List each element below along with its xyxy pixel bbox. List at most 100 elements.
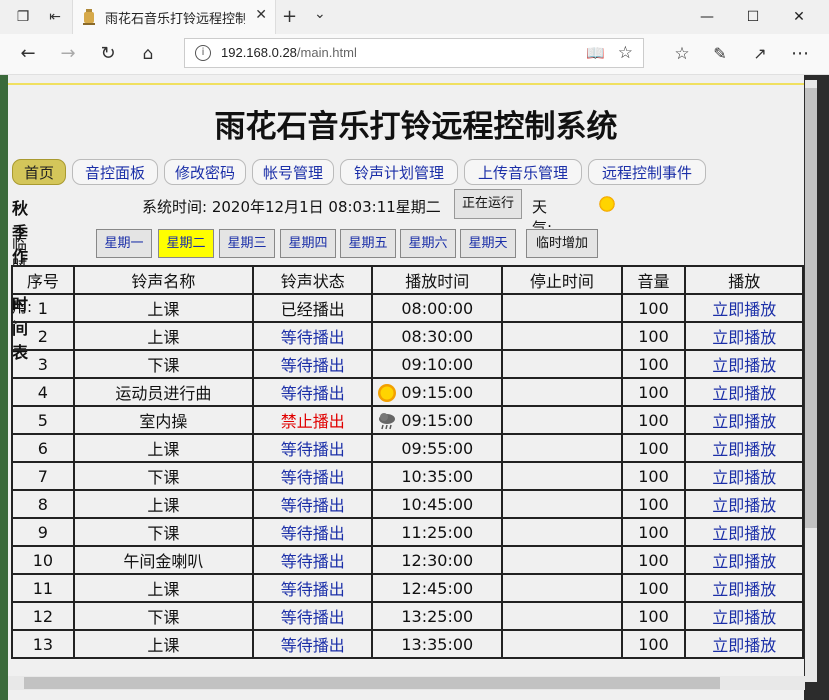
new-tab-icon[interactable]: + [282, 6, 297, 27]
play-time: 10:45:00 [371, 489, 504, 519]
tab-home[interactable]: 首页 [12, 159, 66, 185]
rain-cloud-icon [379, 413, 396, 430]
play-now-link[interactable]: 立即播放 [684, 405, 804, 435]
play-time: 08:00:00 [371, 293, 504, 323]
bell-name: 上课 [72, 629, 254, 659]
day-button-sun[interactable]: 星期天 [460, 229, 516, 258]
minimize-icon[interactable]: — [684, 4, 730, 30]
play-time-value: 13:25:00 [401, 606, 474, 626]
pen-icon[interactable]: ✎ [708, 42, 732, 66]
row-number: 12 [11, 601, 75, 631]
home-icon[interactable]: ⌂ [136, 42, 160, 66]
row-number: 6 [11, 433, 75, 463]
play-time-value: 10:45:00 [401, 494, 474, 514]
header-stop-time: 停止时间 [501, 265, 623, 295]
tab-remote-events[interactable]: 远程控制事件 [588, 159, 706, 185]
table-row: 6 上课 等待播出 09:55:00 100 立即播放 [11, 433, 804, 463]
play-time: 12:30:00 [371, 545, 504, 575]
refresh-icon[interactable]: ↻ [96, 42, 120, 66]
bell-status: 等待播出 [251, 517, 374, 547]
url-text[interactable]: 192.168.0.28/main.html [221, 45, 357, 60]
bell-name: 室内操 [72, 405, 254, 435]
site-info-icon[interactable]: i [195, 45, 211, 61]
play-time: 13:35:00 [371, 629, 504, 659]
volume: 100 [620, 293, 687, 323]
play-now-link[interactable]: 立即播放 [684, 433, 804, 463]
day-button-tue[interactable]: 星期二 [158, 229, 214, 258]
bell-status: 等待播出 [251, 461, 374, 491]
play-now-link[interactable]: 立即播放 [684, 489, 804, 519]
address-bar[interactable]: i 192.168.0.28/main.html 📖 ☆ [184, 38, 644, 68]
row-number: 7 [11, 461, 75, 491]
play-now-link[interactable]: 立即播放 [684, 573, 804, 603]
system-time-label: 系统时间: [142, 198, 208, 216]
share-icon[interactable]: ↗ [748, 42, 772, 66]
row-number: 10 [11, 545, 75, 575]
more-icon[interactable]: ⋯ [788, 42, 812, 66]
bell-status: 等待播出 [251, 321, 374, 351]
horizontal-scrollbar[interactable] [8, 676, 805, 690]
play-time-value: 09:55:00 [401, 438, 474, 458]
volume: 100 [620, 573, 687, 603]
reading-view-icon[interactable]: 📖 [586, 44, 605, 62]
favorite-star-icon[interactable]: ☆ [618, 43, 633, 63]
header-play-time: 播放时间 [371, 265, 504, 295]
tab-change-password[interactable]: 修改密码 [164, 159, 246, 185]
address-toolbar: ← → ↻ ⌂ i 192.168.0.28/main.html 📖 ☆ ☆ ✎… [0, 34, 829, 75]
stop-time [501, 433, 623, 463]
tab-upload-music[interactable]: 上传音乐管理 [464, 159, 582, 185]
forward-icon[interactable]: → [56, 42, 80, 66]
bell-schedule-table: 序号 铃声名称 铃声状态 播放时间 停止时间 音量 播放 1 上课 已经播出 08:0… [11, 265, 804, 659]
browser-tab[interactable]: 雨花石音乐打铃远程控制 ✕ [72, 0, 276, 34]
play-now-link[interactable]: 立即播放 [684, 293, 804, 323]
bell-name: 运动员进行曲 [72, 377, 254, 407]
header-name: 铃声名称 [72, 265, 254, 295]
background-strip [0, 75, 8, 700]
day-button-fri[interactable]: 星期五 [340, 229, 396, 258]
bell-name: 下课 [72, 461, 254, 491]
volume: 100 [620, 545, 687, 575]
tab-bell-plan[interactable]: 铃声计划管理 [340, 159, 458, 185]
vertical-scrollbar[interactable] [805, 80, 817, 682]
table-row: 4 运动员进行曲 等待播出 09:15:00 100 立即播放 [11, 377, 804, 407]
close-window-icon[interactable]: ✕ [776, 4, 822, 30]
play-now-link[interactable]: 立即播放 [684, 545, 804, 575]
bell-status: 等待播出 [251, 545, 374, 575]
day-button-wed[interactable]: 星期三 [219, 229, 275, 258]
day-button-sat[interactable]: 星期六 [400, 229, 456, 258]
scrollbar-thumb[interactable] [805, 88, 817, 528]
temp-add-button[interactable]: 临时增加 [526, 229, 598, 258]
back-icon[interactable]: ← [16, 42, 40, 66]
play-now-link[interactable]: 立即播放 [684, 461, 804, 491]
bell-name: 上课 [72, 293, 254, 323]
favorites-icon[interactable]: ☆ [670, 42, 694, 66]
chevron-down-icon[interactable]: ⌄ [314, 6, 326, 22]
play-time-value: 10:35:00 [401, 466, 474, 486]
scrollbar-thumb[interactable] [24, 677, 720, 689]
play-time-value: 12:45:00 [401, 578, 474, 598]
day-button-mon[interactable]: 星期一 [96, 229, 152, 258]
running-button[interactable]: 正在运行 [454, 189, 522, 219]
maximize-icon[interactable]: ☐ [730, 4, 776, 30]
tab-account-management[interactable]: 帐号管理 [252, 159, 334, 185]
row-number: 4 [11, 377, 75, 407]
play-time-value: 13:35:00 [401, 634, 474, 654]
row-number: 5 [11, 405, 75, 435]
tab-audio-panel[interactable]: 音控面板 [72, 159, 158, 185]
play-now-link[interactable]: 立即播放 [684, 601, 804, 631]
close-tab-icon[interactable]: ✕ [255, 7, 267, 23]
play-time: 13:25:00 [371, 601, 504, 631]
play-now-link[interactable]: 立即播放 [684, 629, 804, 659]
tab-actions-icon[interactable]: ❐ [14, 8, 32, 26]
stop-time [501, 405, 623, 435]
play-time: 11:25:00 [371, 517, 504, 547]
play-now-link[interactable]: 立即播放 [684, 321, 804, 351]
play-now-link[interactable]: 立即播放 [684, 349, 804, 379]
stop-time [501, 321, 623, 351]
play-now-link[interactable]: 立即播放 [684, 517, 804, 547]
set-aside-tabs-icon[interactable]: ⇤ [46, 8, 64, 26]
table-row: 13 上课 等待播出 13:35:00 100 立即播放 [11, 629, 804, 659]
system-time-value: 2020年12月1日 08:03:11星期二 [211, 198, 441, 216]
day-button-thu[interactable]: 星期四 [280, 229, 336, 258]
play-now-link[interactable]: 立即播放 [684, 377, 804, 407]
